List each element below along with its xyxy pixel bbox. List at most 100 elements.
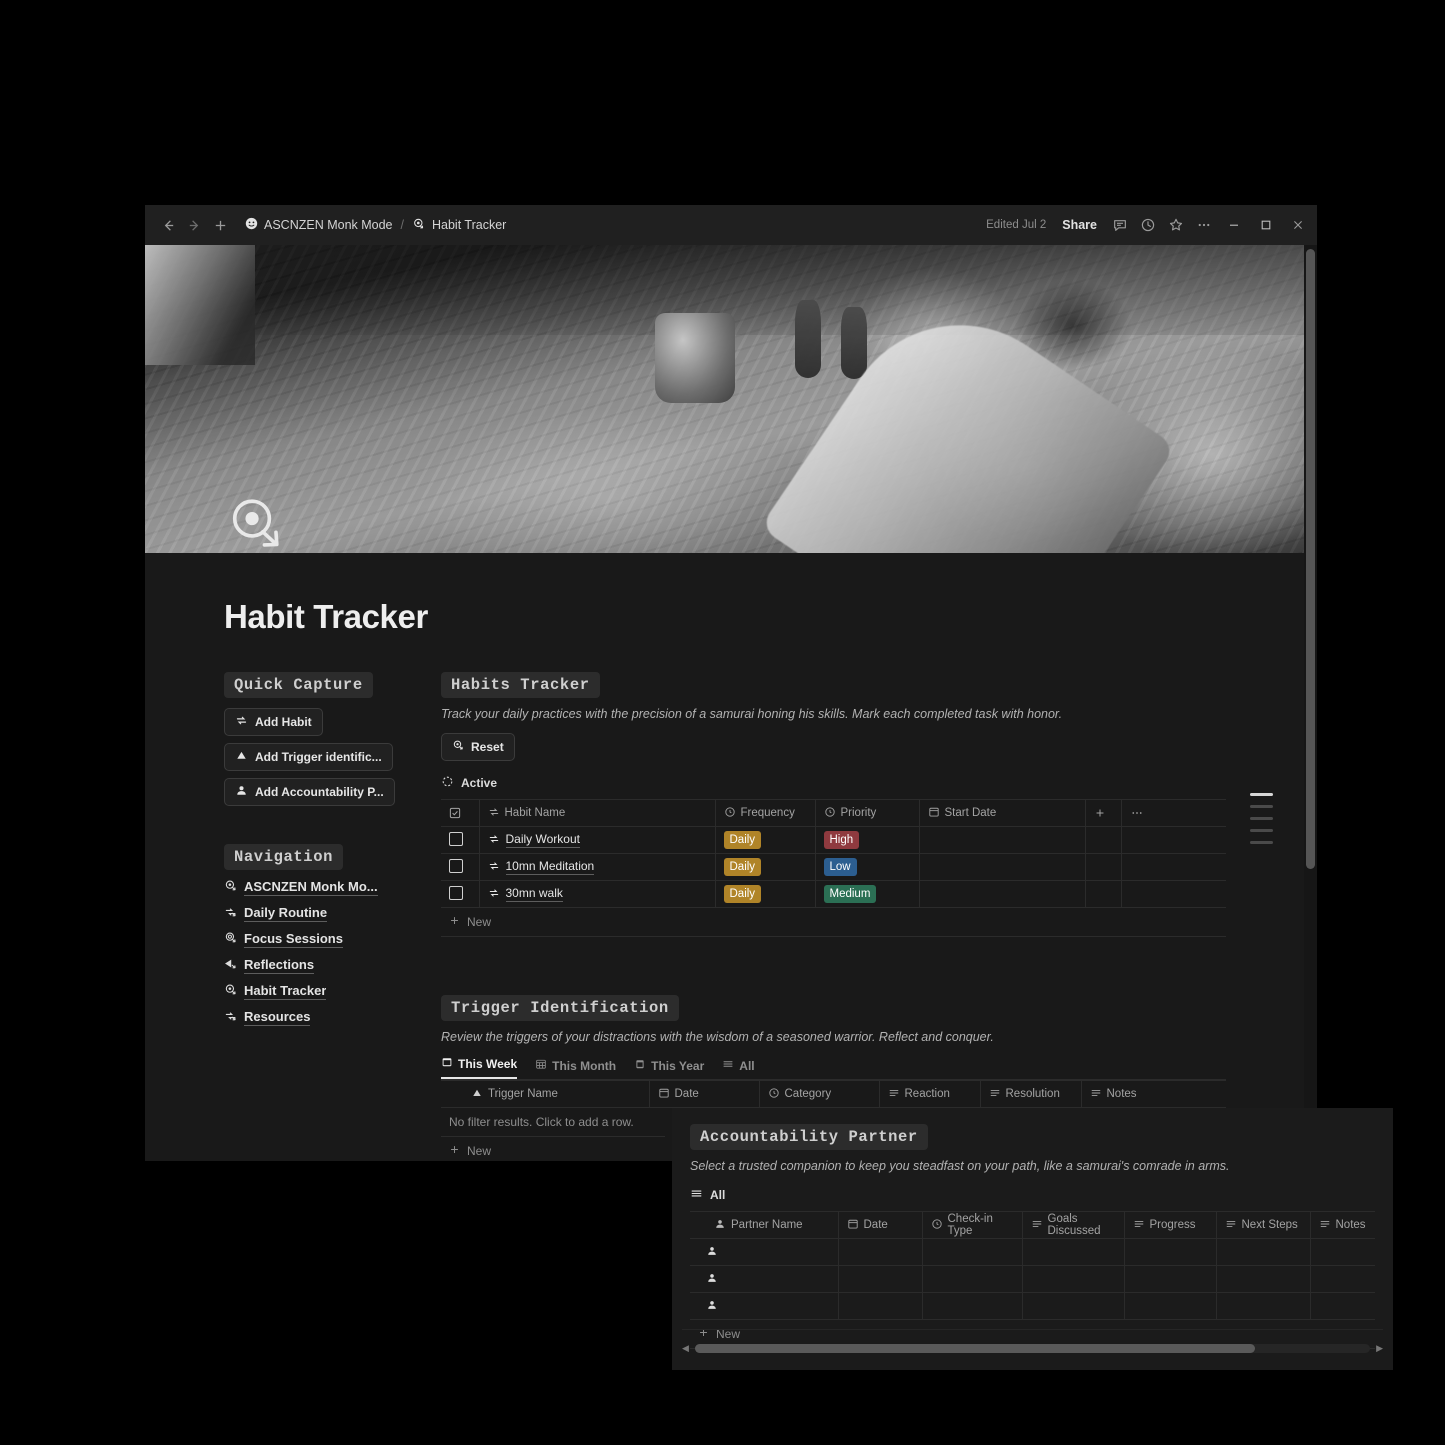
breadcrumb-workspace[interactable]: ASCNZEN Monk Mode: [239, 214, 399, 236]
habit-row-checkbox[interactable]: [441, 853, 480, 881]
chevron-right-icon[interactable]: ▶: [1376, 1343, 1383, 1354]
partner-row-next[interactable]: [1216, 1238, 1311, 1266]
accountability-horizontal-scrollbar[interactable]: ◀ ▶: [682, 1343, 1383, 1354]
chevron-left-icon[interactable]: ◀: [682, 1343, 689, 1354]
triggers-new-row-button[interactable]: New: [441, 1137, 665, 1161]
habit-row-name[interactable]: Daily Workout: [479, 826, 716, 854]
sidebar-item-habit-tracker[interactable]: Habit Tracker: [224, 983, 414, 1000]
accountability-col-date[interactable]: Date: [838, 1211, 923, 1239]
scrollbar-track[interactable]: [694, 1344, 1371, 1353]
habits-table-menu-button[interactable]: [1121, 799, 1226, 827]
triggers-col-resolution[interactable]: Resolution: [980, 1080, 1082, 1108]
habits-col-habit-name[interactable]: Habit Name: [479, 799, 716, 827]
tab-this-month[interactable]: This Month: [535, 1058, 616, 1079]
minimize-icon[interactable]: [1219, 210, 1249, 240]
reset-button[interactable]: Reset: [441, 733, 515, 761]
accountability-col-next-steps[interactable]: Next Steps: [1216, 1211, 1311, 1239]
partner-row-name[interactable]: [690, 1238, 839, 1266]
habit-row-checkbox[interactable]: [441, 880, 480, 908]
partner-row-goals[interactable]: [1022, 1265, 1125, 1293]
habit-row-frequency[interactable]: Daily: [715, 853, 816, 881]
accountability-col-partner-name[interactable]: Partner Name: [690, 1211, 839, 1239]
comment-icon[interactable]: [1107, 212, 1133, 238]
share-button[interactable]: Share: [1054, 215, 1105, 235]
partner-row-notes[interactable]: [1310, 1292, 1375, 1320]
star-icon[interactable]: [1163, 212, 1189, 238]
habits-add-column-button[interactable]: [1085, 799, 1122, 827]
plus-icon[interactable]: [207, 212, 233, 238]
habit-row-priority[interactable]: Medium: [815, 880, 920, 908]
partner-row-checkin[interactable]: [922, 1265, 1023, 1293]
page-icon[interactable]: [224, 493, 290, 559]
triggers-col-date[interactable]: Date: [649, 1080, 760, 1108]
triggers-col-reaction[interactable]: Reaction: [879, 1080, 981, 1108]
partner-row-next[interactable]: [1216, 1292, 1311, 1320]
sidebar-item-focus-sessions[interactable]: Focus Sessions: [224, 931, 414, 948]
partner-row-checkin[interactable]: [922, 1292, 1023, 1320]
habit-row-name[interactable]: 10mn Meditation: [479, 853, 716, 881]
window-scrollbar-thumb[interactable]: [1306, 249, 1315, 869]
habit-row-checkbox[interactable]: [441, 826, 480, 854]
partner-row-date[interactable]: [838, 1265, 923, 1293]
sidebar-item-daily-routine[interactable]: Daily Routine: [224, 905, 414, 922]
accountability-col-notes[interactable]: Notes: [1310, 1211, 1375, 1239]
maximize-icon[interactable]: [1251, 210, 1281, 240]
table-row[interactable]: [690, 1292, 1375, 1320]
habits-col-start-date[interactable]: Start Date: [919, 799, 1086, 827]
accountability-col-checkin-type[interactable]: Check-in Type: [922, 1211, 1023, 1239]
partner-row-date[interactable]: [838, 1292, 923, 1320]
tab-all[interactable]: All: [722, 1058, 755, 1079]
table-row[interactable]: Daily Workout Daily High: [441, 826, 1226, 854]
triggers-empty-message[interactable]: No filter results. Click to add a row.: [441, 1108, 665, 1137]
table-row[interactable]: [690, 1238, 1375, 1266]
partner-row-progress[interactable]: [1124, 1238, 1217, 1266]
scrollbar-thumb[interactable]: [694, 1344, 1256, 1353]
ellipsis-icon[interactable]: [1191, 212, 1217, 238]
habits-col-checkbox[interactable]: [441, 799, 480, 827]
arrow-right-icon[interactable]: [181, 212, 207, 238]
habit-row-priority[interactable]: Low: [815, 853, 920, 881]
tab-this-year[interactable]: This Year: [634, 1058, 704, 1079]
habit-row-name[interactable]: 30mn walk: [479, 880, 716, 908]
table-row[interactable]: 10mn Meditation Daily Low: [441, 853, 1226, 881]
add-accountability-button[interactable]: Add Accountability P...: [224, 778, 395, 806]
habit-row-start-date[interactable]: [919, 826, 1086, 854]
tab-this-week[interactable]: This Week: [441, 1056, 518, 1079]
partner-row-goals[interactable]: [1022, 1292, 1125, 1320]
partner-row-goals[interactable]: [1022, 1238, 1125, 1266]
accountability-view-tab[interactable]: All: [690, 1187, 1375, 1203]
checkbox-icon[interactable]: [449, 885, 463, 900]
partner-row-date[interactable]: [838, 1238, 923, 1266]
sidebar-item-reflections[interactable]: Reflections: [224, 957, 414, 974]
habit-row-start-date[interactable]: [919, 880, 1086, 908]
add-habit-button[interactable]: Add Habit: [224, 708, 323, 736]
accountability-col-goals-discussed[interactable]: Goals Discussed: [1022, 1211, 1125, 1239]
partner-row-notes[interactable]: [1310, 1265, 1375, 1293]
triggers-col-notes[interactable]: Notes: [1081, 1080, 1226, 1108]
table-row[interactable]: 30mn walk Daily Medium: [441, 880, 1226, 908]
breadcrumb-page[interactable]: Habit Tracker: [406, 214, 512, 237]
partner-row-name[interactable]: [690, 1292, 839, 1320]
habit-row-start-date[interactable]: [919, 853, 1086, 881]
checkbox-icon[interactable]: [449, 831, 463, 846]
habits-new-row-button[interactable]: New: [441, 908, 1226, 937]
table-row[interactable]: [690, 1265, 1375, 1293]
habits-view-tab[interactable]: Active: [441, 775, 1226, 791]
arrow-left-icon[interactable]: [155, 212, 181, 238]
triggers-col-trigger-name[interactable]: Trigger Name: [441, 1080, 650, 1108]
close-icon[interactable]: [1283, 210, 1313, 240]
add-trigger-button[interactable]: Add Trigger identific...: [224, 743, 393, 771]
clock-icon[interactable]: [1135, 212, 1161, 238]
sidebar-item-resources[interactable]: Resources: [224, 1009, 414, 1026]
habit-row-frequency[interactable]: Daily: [715, 880, 816, 908]
accountability-col-progress[interactable]: Progress: [1124, 1211, 1217, 1239]
habits-col-frequency[interactable]: Frequency: [715, 799, 816, 827]
sidebar-item-ascnzen-monk-mode[interactable]: ASCNZEN Monk Mo...: [224, 879, 414, 896]
habit-row-frequency[interactable]: Daily: [715, 826, 816, 854]
checkbox-icon[interactable]: [449, 858, 463, 873]
partner-row-name[interactable]: [690, 1265, 839, 1293]
partner-row-checkin[interactable]: [922, 1238, 1023, 1266]
habits-col-priority[interactable]: Priority: [815, 799, 920, 827]
partner-row-progress[interactable]: [1124, 1292, 1217, 1320]
partner-row-progress[interactable]: [1124, 1265, 1217, 1293]
